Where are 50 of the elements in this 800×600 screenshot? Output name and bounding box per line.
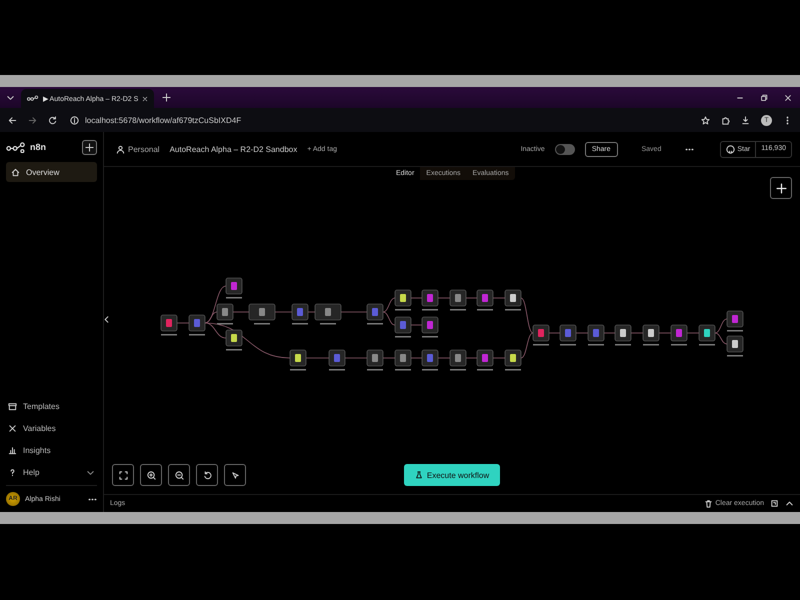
sidebar-item[interactable]: Help xyxy=(6,461,97,483)
download-icon[interactable] xyxy=(741,116,750,124)
sidebar-item[interactable]: Insights xyxy=(6,439,97,461)
pop-out-icon[interactable] xyxy=(770,499,779,508)
project-link[interactable]: Personal xyxy=(116,144,160,154)
back-icon[interactable] xyxy=(8,116,17,124)
forward-icon[interactable] xyxy=(28,116,37,124)
home-icon xyxy=(11,168,20,176)
info-icon xyxy=(70,116,79,124)
x-icon xyxy=(8,424,17,432)
plus-icon xyxy=(85,142,94,152)
fit-view-icon xyxy=(118,470,128,480)
plus-icon xyxy=(776,182,786,194)
expand-icon[interactable] xyxy=(785,499,794,508)
reset-button[interactable] xyxy=(196,464,218,486)
cursor-icon xyxy=(230,470,240,480)
logo-icon xyxy=(6,142,26,152)
workflow-name[interactable]: AutoReach Alpha – R2-D2 Sandbox xyxy=(170,144,298,154)
help-icon xyxy=(8,468,17,476)
sidebar-item[interactable]: Templates xyxy=(6,395,97,417)
zoom-in-icon xyxy=(146,470,156,480)
close-icon[interactable] xyxy=(784,94,792,102)
execute-workflow-button[interactable]: Execute workflow xyxy=(404,464,500,486)
add-button[interactable] xyxy=(82,140,97,154)
new-tab-icon[interactable] xyxy=(162,93,172,102)
chevron-down-icon[interactable] xyxy=(6,93,15,102)
sidebar-item[interactable]: Variables xyxy=(6,417,97,439)
tidy-up-button[interactable] xyxy=(224,464,246,486)
zoom-in-button[interactable] xyxy=(140,464,162,486)
sidebar-item[interactable]: Overview xyxy=(6,162,97,182)
workflow-icon xyxy=(27,94,39,102)
trash-icon xyxy=(704,499,714,508)
restore-icon[interactable] xyxy=(760,94,768,102)
url-text: localhost:5678/workflow/af679tzCuSbIXD4F xyxy=(85,116,242,124)
box-icon xyxy=(8,402,17,410)
bar-chart-icon xyxy=(8,446,17,454)
user-icon xyxy=(116,144,125,154)
undo-icon xyxy=(202,470,212,480)
active-toggle[interactable] xyxy=(554,144,575,154)
collapse-icon[interactable] xyxy=(104,315,111,324)
extension-icon[interactable] xyxy=(721,116,730,124)
zoom-out-icon xyxy=(174,470,184,480)
brand-name: n8n xyxy=(30,142,48,152)
close-icon[interactable] xyxy=(142,96,148,102)
add-node-button[interactable] xyxy=(770,177,792,199)
zoom-out-button[interactable] xyxy=(168,464,190,486)
star-icon[interactable] xyxy=(701,116,710,124)
fit-view-button[interactable] xyxy=(112,464,134,486)
reload-icon[interactable] xyxy=(48,116,57,124)
flask-icon xyxy=(414,471,423,479)
